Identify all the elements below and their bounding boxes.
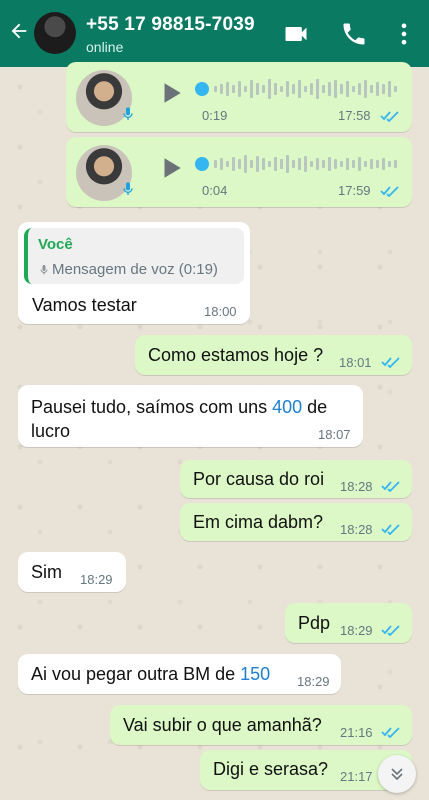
message-time: 21:17 [340, 769, 373, 784]
outgoing-message[interactable]: Pdp 18:29 [285, 603, 412, 643]
highlighted-number[interactable]: 400 [272, 397, 302, 417]
outgoing-message[interactable]: Como estamos hoje ? 18:01 [135, 335, 412, 375]
message-time: 17:58 [338, 108, 371, 123]
message-text: Vamos testar [32, 295, 137, 315]
read-receipt-icon [380, 186, 399, 197]
message-time: 18:28 [340, 479, 373, 494]
voice-duration: 0:19 [202, 108, 228, 123]
outgoing-message[interactable]: Por causa do roi 18:28 [180, 460, 412, 498]
message-time: 18:28 [340, 522, 373, 537]
quoted-message[interactable]: Você Mensagem de voz (0:19) [24, 228, 244, 284]
message-text-part: Pausei tudo, saímos com uns [31, 397, 273, 417]
message-time: 21:16 [340, 725, 373, 740]
read-receipt-icon [381, 625, 400, 636]
outgoing-message[interactable]: Em cima dabm? 18:28 [180, 503, 412, 541]
message-text: Vai subir o que amanhã? [123, 715, 322, 735]
read-receipt-icon [381, 727, 400, 738]
message-text-part: Ai vou pegar outra BM de [31, 664, 241, 684]
voice-message[interactable]: 0:19 17:58 [66, 62, 412, 132]
message-time: 18:29 [340, 623, 373, 638]
play-icon[interactable] [158, 155, 184, 181]
scroll-to-bottom-button[interactable] [378, 755, 416, 793]
incoming-message[interactable]: Pausei tudo, saímos com uns 400 de lucro… [18, 385, 363, 447]
message-text: Pdp [298, 613, 331, 633]
playback-position-dot[interactable] [195, 157, 209, 171]
read-receipt-icon [381, 481, 400, 492]
message-time: 17:59 [338, 183, 371, 198]
audio-waveform[interactable] [212, 149, 402, 179]
video-icon[interactable] [282, 20, 310, 48]
microphone-icon [123, 107, 133, 120]
playback-position-dot[interactable] [195, 82, 209, 96]
message-text: Por causa do roi [193, 469, 325, 489]
microphone-icon [123, 182, 133, 195]
message-text: Como estamos hoje ? [148, 345, 324, 365]
quoted-text: Mensagem de voz (0:19) [52, 261, 218, 278]
phone-icon[interactable] [340, 20, 368, 48]
chat-header: +55 17 98815-7039 online [0, 0, 429, 67]
contact-title[interactable]: +55 17 98815-7039 [86, 14, 255, 36]
quoted-sender: Você [38, 236, 73, 253]
more-vertical-icon[interactable] [390, 20, 418, 48]
read-receipt-icon [381, 357, 400, 368]
audio-waveform[interactable] [212, 74, 402, 104]
message-time: 18:01 [339, 355, 372, 370]
microphone-icon [40, 265, 48, 275]
message-text: Sim [31, 562, 62, 582]
read-receipt-icon [380, 111, 399, 122]
message-text: Em cima dabm? [193, 512, 324, 532]
message-text: Digi e serasa? [213, 759, 329, 779]
play-icon[interactable] [158, 80, 184, 106]
message-time: 18:00 [204, 304, 237, 319]
incoming-message[interactable]: Sim 18:29 [18, 552, 126, 592]
highlighted-number[interactable]: 150 [240, 664, 270, 684]
message-time: 18:07 [318, 427, 351, 442]
arrow-left-icon[interactable] [8, 20, 30, 42]
read-receipt-icon [381, 524, 400, 535]
incoming-message[interactable]: Você Mensagem de voz (0:19) Vamos testar… [18, 222, 250, 324]
outgoing-message[interactable]: Vai subir o que amanhã? 21:16 [110, 705, 412, 745]
message-text: Pausei tudo, saímos com uns 400 de lucro [31, 395, 351, 443]
contact-avatar[interactable] [34, 12, 76, 54]
voice-duration: 0:04 [202, 183, 228, 198]
chevron-double-down-icon [391, 768, 403, 781]
voice-message[interactable]: 0:04 17:59 [66, 137, 412, 207]
contact-status: online [86, 39, 124, 55]
message-text: Ai vou pegar outra BM de 150 [31, 664, 270, 685]
message-time: 18:29 [297, 674, 330, 689]
message-time: 18:29 [80, 572, 113, 587]
incoming-message[interactable]: Ai vou pegar outra BM de 150 18:29 [18, 654, 341, 694]
